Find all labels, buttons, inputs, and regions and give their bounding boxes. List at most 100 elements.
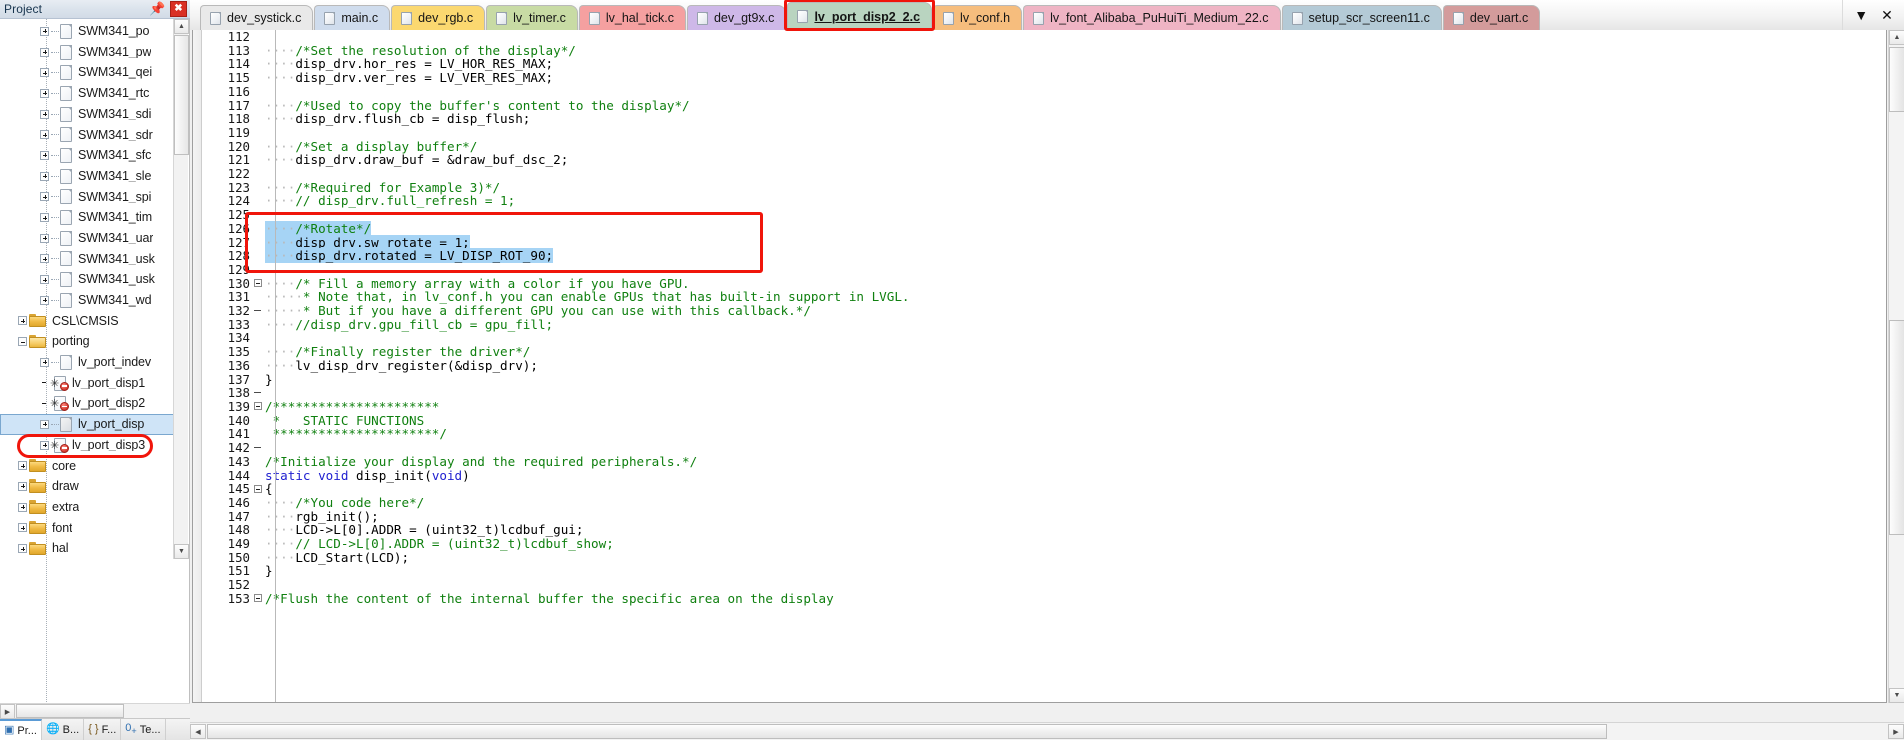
expand-icon[interactable]	[40, 192, 49, 202]
code-line[interactable]: 118 ····disp_drv.flush_cb = disp_flush;	[203, 112, 910, 126]
expand-icon[interactable]	[40, 357, 49, 367]
expand-icon[interactable]	[40, 275, 49, 285]
code-line[interactable]: 134	[203, 331, 910, 346]
tree-item[interactable]: SWM341_sdr	[0, 124, 174, 145]
close-icon[interactable]: ✕	[1881, 8, 1893, 22]
expand-icon[interactable]	[40, 213, 49, 223]
editor-scroll-thumb[interactable]	[1889, 320, 1904, 535]
tree-item[interactable]: SWM341_wd	[0, 290, 174, 311]
tree-item[interactable]: extra	[0, 497, 174, 518]
panel-tab-b[interactable]: 🌐 B...	[42, 719, 85, 740]
code-line[interactable]: 127 ····disp_drv.sw_rotate = 1;	[203, 234, 910, 250]
code-line[interactable]: 137}	[203, 372, 910, 387]
expand-icon[interactable]	[40, 109, 49, 119]
code-line[interactable]: 130 ····/* Fill a memory array with a col…	[203, 276, 910, 291]
fold-toggle-icon[interactable]	[250, 592, 265, 606]
code-line[interactable]: 142	[203, 441, 910, 455]
tree-item[interactable]: SWM341_rtc	[0, 83, 174, 104]
scroll-down-icon[interactable]: ▼	[174, 544, 189, 559]
code-line[interactable]: 153 /*Flush the content of the internal b…	[203, 591, 910, 606]
code-line[interactable]: 128 ····disp_drv.rotated = LV_DISP_ROT_90…	[203, 248, 910, 264]
code-line[interactable]: 126 ····/*Rotate*/	[203, 220, 910, 236]
panel-tab-pr[interactable]: ▣ Pr...	[0, 719, 42, 740]
code-line[interactable]: 139 /**********************	[203, 400, 910, 414]
code-line[interactable]: 125	[203, 208, 910, 222]
expand-icon[interactable]	[40, 419, 49, 429]
editor-tab-dev_gt9x-c[interactable]: dev_gt9x.c	[686, 5, 787, 30]
tree-item[interactable]: SWM341_pw	[0, 42, 174, 63]
close-icon[interactable]: ✖	[170, 1, 187, 17]
code-line[interactable]: 115 ····disp_drv.ver_res = LV_VER_RES_MAX…	[203, 71, 910, 85]
code-line[interactable]: 129	[203, 263, 910, 277]
editor-tab-lv_port_disp2_2-c[interactable]: lv_port_disp2_2.c	[787, 2, 933, 30]
code-line[interactable]: 140 * STATIC FUNCTIONS	[203, 413, 910, 428]
tree-item[interactable]: SWM341_tim	[0, 207, 174, 228]
editor-hscroll-thumb[interactable]	[207, 724, 1607, 739]
code-line[interactable]: 124 ····// disp_drv.full_refresh = 1;	[203, 194, 910, 209]
code-line[interactable]: 133 ····//disp_drv.gpu_fill_cb = gpu_fill…	[203, 317, 910, 332]
tree-item[interactable]: SWM341_spi	[0, 187, 174, 208]
expand-icon[interactable]	[18, 461, 27, 471]
panel-tab-f[interactable]: { } F...	[84, 719, 122, 740]
code-line[interactable]: 131 ·····* Note that, in lv_conf.h you ca…	[203, 290, 910, 305]
expand-icon[interactable]	[18, 544, 27, 554]
tree-item[interactable]: SWM341_sle	[0, 166, 174, 187]
expand-icon[interactable]	[40, 254, 49, 264]
expand-icon[interactable]	[40, 440, 49, 450]
code-line[interactable]: 150 ····LCD_Start(LCD);	[203, 550, 910, 565]
scroll-up-icon[interactable]: ▲	[174, 19, 189, 34]
expand-icon[interactable]	[40, 47, 49, 57]
code-line[interactable]: 119	[203, 126, 910, 140]
code-line[interactable]: 151}	[203, 564, 910, 579]
editor-vertical-scrollbar[interactable]: ▲ ▼	[1888, 30, 1904, 703]
expand-icon[interactable]	[40, 88, 49, 98]
expand-icon[interactable]	[18, 523, 27, 533]
editor-tab-dev_uart-c[interactable]: dev_uart.c	[1442, 5, 1541, 30]
tree-item[interactable]: ✳ lv_port_disp2	[0, 393, 174, 414]
tree-item[interactable]: SWM341_sdi	[0, 104, 174, 125]
expand-icon[interactable]	[40, 130, 49, 140]
editor-tab-lv_hal_tick-c[interactable]: lv_hal_tick.c	[578, 5, 686, 30]
tree-vertical-scrollbar[interactable]: ▲ ▼	[173, 19, 189, 559]
tree-item[interactable]: CSL\CMSIS	[0, 311, 174, 332]
expand-icon[interactable]	[40, 295, 49, 305]
tree-item[interactable]: ✳ lv_port_disp1	[0, 373, 174, 394]
code-line[interactable]: 145 {	[203, 482, 910, 496]
tree-item[interactable]: SWM341_uar	[0, 228, 174, 249]
scroll-right-icon[interactable]: ▶	[1888, 724, 1904, 739]
tree-item[interactable]: lv_port_disp	[0, 414, 174, 435]
code-line[interactable]: 136 ····lv_disp_drv_register(&disp_drv);	[203, 359, 910, 373]
tree-horizontal-scrollbar[interactable]: ◀ ▶ ▶	[0, 703, 190, 719]
scroll-right-icon-2[interactable]: ▶	[0, 704, 15, 719]
editor-tab-dev_rgb-c[interactable]: dev_rgb.c	[391, 5, 486, 30]
code-line[interactable]: 117 ····/*Used to copy the buffer's conte…	[203, 98, 910, 113]
code-line[interactable]: 114 ····disp_drv.hor_res = LV_HOR_RES_MAX…	[203, 57, 910, 72]
code-line[interactable]: 143 /*Initialize your display and the req…	[203, 454, 910, 469]
expand-icon[interactable]	[40, 26, 49, 36]
tree-item[interactable]: hal	[0, 538, 174, 559]
chevron-down-icon[interactable]: ▼	[1854, 8, 1868, 22]
tree-item[interactable]: core	[0, 455, 174, 476]
expand-icon[interactable]	[40, 171, 49, 181]
editor-horizontal-scrollbar[interactable]: ◀ ▶	[190, 722, 1904, 740]
expand-icon[interactable]	[40, 68, 49, 78]
code-line[interactable]: 113 ····/*Set the resolution of the displ…	[203, 43, 910, 58]
panel-tab-te[interactable]: 0+ Te...	[121, 719, 166, 740]
tree-item[interactable]: SWM341_po	[0, 21, 174, 42]
editor-tab-main-c[interactable]: main.c	[314, 5, 391, 30]
scroll-down-icon[interactable]: ▼	[1889, 688, 1904, 703]
tree-item[interactable]: draw	[0, 476, 174, 497]
code-line[interactable]: 147 ····rgb_init();	[203, 509, 910, 524]
tree-scroll-thumb[interactable]	[174, 35, 189, 155]
expand-icon[interactable]	[18, 481, 27, 491]
expand-icon[interactable]	[18, 502, 27, 512]
code-line[interactable]: 120 ····/*Set a display buffer*/	[203, 139, 910, 154]
tree-item[interactable]: SWM341_sfc	[0, 145, 174, 166]
code-line[interactable]: 144 static void disp_init(void)	[203, 468, 910, 483]
tree-item[interactable]: lv_port_indev	[0, 352, 174, 373]
pin-icon[interactable]: 📌	[149, 1, 166, 17]
code-line[interactable]: 141 **********************/	[203, 427, 910, 442]
collapse-icon[interactable]	[18, 337, 27, 347]
expand-icon[interactable]	[40, 233, 49, 243]
editor-tab-lv_conf-h[interactable]: lv_conf.h	[933, 5, 1023, 30]
